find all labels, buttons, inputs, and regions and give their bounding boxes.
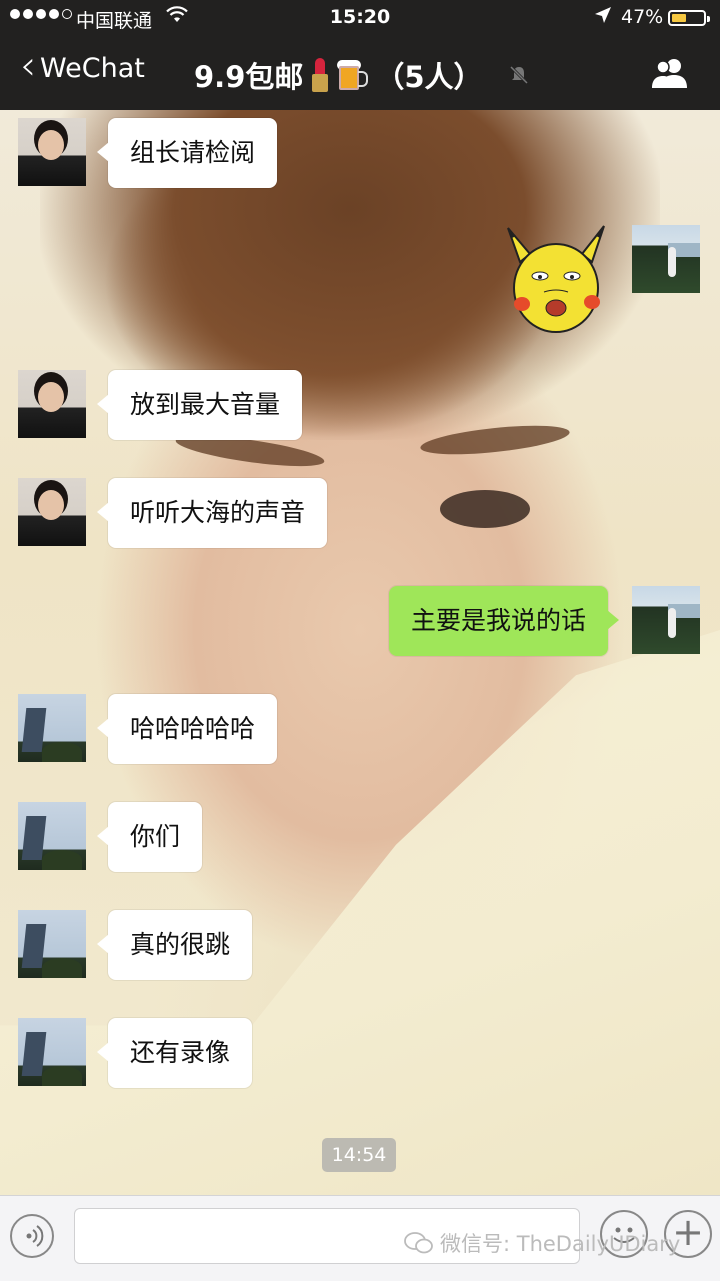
battery-icon bbox=[668, 10, 710, 26]
pikachu-meme-sticker[interactable] bbox=[500, 222, 612, 338]
location-arrow-icon bbox=[594, 6, 612, 29]
avatar[interactable] bbox=[632, 225, 700, 293]
status-time: 15:20 bbox=[329, 6, 391, 28]
top-bar: 中国联通 15:20 47% ‹ WeChat 9.9包邮 （5人） bbox=[0, 0, 720, 110]
back-button[interactable]: ‹ WeChat bbox=[20, 46, 145, 86]
avatar[interactable] bbox=[18, 802, 86, 870]
message-bubble[interactable]: 还有录像 bbox=[96, 1018, 253, 1088]
avatar[interactable] bbox=[18, 370, 86, 438]
status-bar: 中国联通 15:20 47% bbox=[0, 0, 720, 36]
back-label: WeChat bbox=[40, 52, 145, 84]
avatar[interactable] bbox=[632, 586, 700, 654]
avatar[interactable] bbox=[18, 1018, 86, 1086]
wechat-logo-icon bbox=[404, 1232, 433, 1254]
avatar[interactable] bbox=[18, 694, 86, 762]
message-bubble[interactable]: 你们 bbox=[96, 802, 203, 872]
avatar[interactable] bbox=[18, 478, 86, 546]
message-bubble[interactable]: 哈哈哈哈哈 bbox=[96, 694, 278, 764]
timestamp-badge: 14:54 bbox=[322, 1138, 396, 1172]
beer-icon bbox=[337, 60, 369, 90]
message-bubble[interactable]: 听听大海的声音 bbox=[96, 478, 328, 548]
background-eye bbox=[440, 490, 530, 528]
message-bubble[interactable]: 真的很跳 bbox=[96, 910, 253, 980]
voice-icon[interactable] bbox=[10, 1214, 54, 1258]
chevron-left-icon: ‹ bbox=[20, 43, 36, 89]
chat-member-count: （5人） bbox=[375, 60, 483, 94]
message-bubble[interactable]: 主要是我说的话 bbox=[388, 586, 620, 656]
lipstick-icon bbox=[311, 58, 329, 92]
message-bubble[interactable]: 组长请检阅 bbox=[96, 118, 278, 188]
watermark-text: 微信号: TheDailyUDiary bbox=[440, 1232, 681, 1256]
avatar[interactable] bbox=[18, 910, 86, 978]
watermark: 微信号: TheDailyUDiary bbox=[404, 1228, 680, 1258]
mute-bell-icon bbox=[508, 64, 530, 86]
battery-percent: 47% bbox=[621, 6, 664, 28]
avatar[interactable] bbox=[18, 118, 86, 186]
chat-title-name: 9.9包邮 bbox=[194, 60, 304, 94]
chat-title: 9.9包邮 （5人） bbox=[194, 54, 483, 96]
message-bubble[interactable]: 放到最大音量 bbox=[96, 370, 303, 440]
navigation-bar: ‹ WeChat 9.9包邮 （5人） bbox=[0, 36, 720, 110]
group-members-icon[interactable] bbox=[650, 56, 690, 90]
